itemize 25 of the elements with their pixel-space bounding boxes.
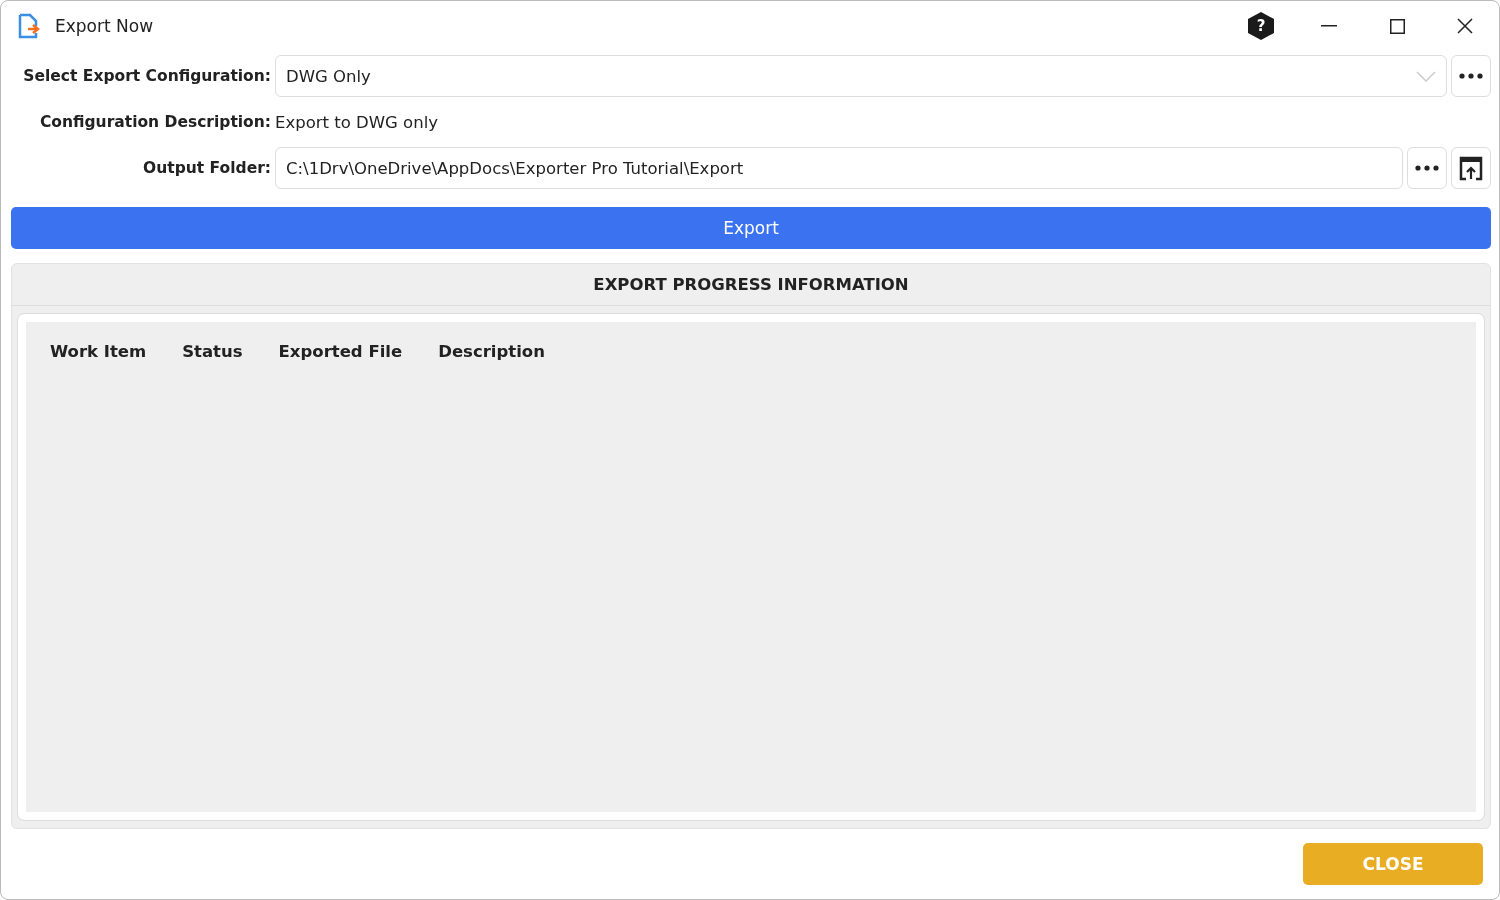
more-icon (1459, 73, 1483, 79)
more-icon (1415, 165, 1439, 171)
close-icon (1457, 18, 1473, 34)
open-window-icon (1458, 155, 1484, 181)
configuration-more-button[interactable] (1451, 55, 1491, 97)
output-folder-label: Output Folder: (142, 159, 271, 177)
panel-title: EXPORT PROGRESS INFORMATION (12, 264, 1490, 306)
column-header: Exported File (278, 342, 403, 361)
browse-button[interactable] (1407, 147, 1447, 189)
open-folder-button[interactable] (1451, 147, 1491, 189)
description-label: Configuration Description: (38, 113, 271, 131)
output-folder-field[interactable]: C:\1Drv\OneDrive\AppDocs\Exporter Pro Tutorial\Export (275, 147, 1403, 189)
configuration-dropdown[interactable]: DWG Only (275, 55, 1447, 97)
configuration-label: Select Export Configuration: (22, 67, 271, 85)
column-header: Description (438, 342, 545, 361)
document-export-icon (17, 13, 41, 39)
column-header: Work Item (50, 342, 147, 361)
minimize-icon (1321, 25, 1337, 27)
window-title: Export Now (55, 16, 155, 36)
description-text: Export to DWG only (275, 111, 440, 134)
export-button[interactable]: Export (11, 207, 1491, 249)
help-button[interactable]: ? (1248, 12, 1274, 40)
column-header: Status (182, 342, 243, 361)
maximize-icon (1389, 18, 1405, 34)
chevron-down-icon (1416, 70, 1436, 82)
